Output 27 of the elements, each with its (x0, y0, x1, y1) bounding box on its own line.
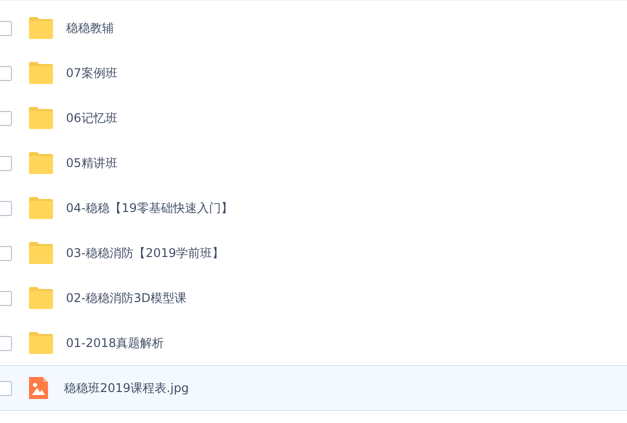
file-row[interactable]: 稳稳班2019课程表.jpg (0, 365, 627, 411)
file-name[interactable]: 稳稳教辅 (66, 20, 114, 36)
folder-icon (28, 17, 54, 39)
folder-icon (28, 197, 54, 219)
folder-icon (28, 332, 54, 354)
checkbox[interactable] (0, 110, 12, 126)
folder-icon (28, 62, 54, 84)
file-name[interactable]: 03-稳稳消防【2019学前班】 (66, 244, 224, 262)
file-name[interactable]: 04-稳稳【19零基础快速入门】 (66, 200, 233, 216)
file-name[interactable]: 05精讲班 (66, 154, 118, 172)
file-name[interactable]: 06记忆班 (66, 110, 118, 126)
folder-icon (28, 107, 54, 129)
folder-icon (28, 152, 54, 174)
folder-icon (28, 242, 54, 264)
folder-icon (28, 287, 54, 309)
checkbox[interactable] (0, 200, 12, 216)
checkbox[interactable] (0, 290, 12, 306)
checkbox[interactable] (0, 336, 12, 350)
file-name[interactable]: 01-2018真题解析 (66, 334, 164, 352)
checkbox[interactable] (0, 66, 12, 80)
file-name[interactable]: 07案例班 (66, 64, 118, 82)
checkbox[interactable] (0, 380, 12, 396)
checkbox[interactable] (0, 246, 12, 260)
file-name[interactable]: 稳稳班2019课程表.jpg (64, 380, 189, 396)
file-name[interactable]: 02-稳稳消防3D模型课 (66, 290, 186, 306)
checkbox[interactable] (0, 20, 12, 36)
checkbox[interactable] (0, 156, 12, 170)
